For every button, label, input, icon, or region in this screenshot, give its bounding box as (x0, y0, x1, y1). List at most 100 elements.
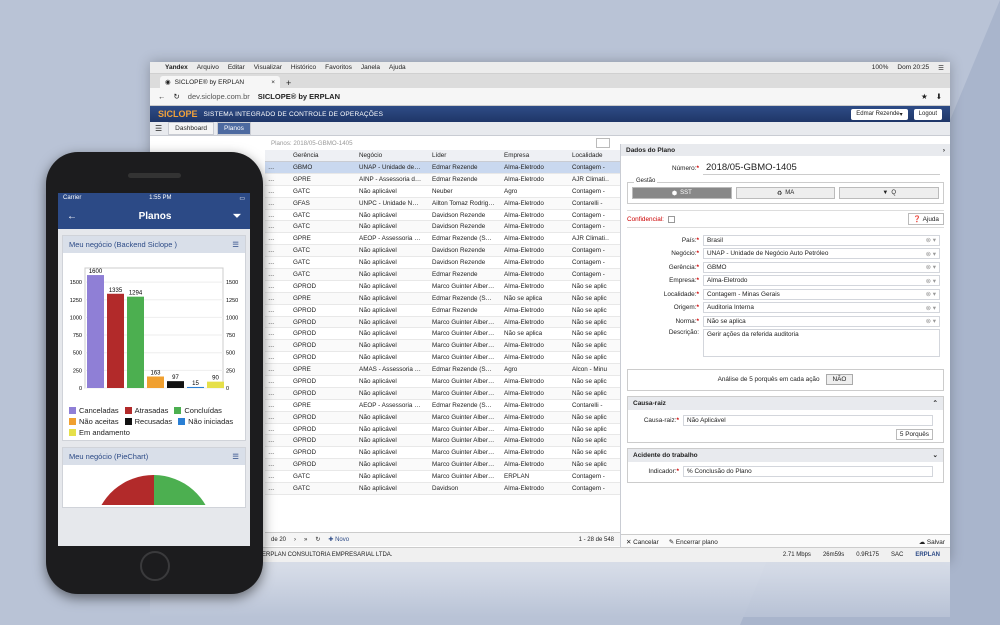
pie-chart (94, 474, 213, 535)
clear-icon[interactable]: ⊗ ▾ (926, 236, 936, 244)
numero-field[interactable]: 2018/05-GBMO-1405 (703, 162, 940, 175)
confidencial-checkbox[interactable] (667, 215, 675, 223)
field-value[interactable]: Auditoria Interna ⊗ ▾ (703, 302, 940, 313)
menu-ajuda[interactable]: Ajuda (389, 64, 406, 71)
field-label-text: Localidade: (663, 290, 697, 298)
column-header[interactable]: Líder (429, 150, 501, 161)
menu-favoritos[interactable]: Favoritos (325, 64, 352, 71)
browser-tab[interactable]: ◉ SICLOPE® by ERPLAN × (160, 76, 280, 88)
table-cell: … (268, 425, 275, 433)
menu-visualizar[interactable]: Visualizar (254, 64, 282, 71)
view-list-icon[interactable] (596, 138, 610, 148)
logout-button[interactable]: Logout (913, 108, 942, 120)
acidente-header[interactable]: Acidente do trabalho ⌄ (628, 448, 943, 462)
menu-icon[interactable]: ☰ (152, 124, 165, 133)
clear-icon[interactable]: ⊗ ▾ (926, 290, 936, 298)
column-header[interactable]: Empresa (501, 150, 569, 161)
star-icon[interactable]: ★ (921, 92, 928, 101)
gestao-ma-button[interactable]: ♻ MA (735, 187, 836, 199)
menu-editar[interactable]: Editar (228, 64, 245, 71)
porques-button[interactable]: 5 Porquês (895, 428, 933, 440)
sac-link[interactable]: SAC (891, 552, 903, 558)
menu-arquivo[interactable]: Arquivo (197, 64, 219, 71)
column-header[interactable]: Gerência (290, 150, 356, 161)
url-field[interactable]: dev.siclope.com.br (188, 92, 250, 101)
porques-row: 5 Porquês (628, 427, 943, 442)
field-value-text: Brasil (707, 236, 723, 244)
tab-planos[interactable]: Planos (216, 122, 251, 135)
table-cell: Contarelli - (572, 199, 603, 207)
menu-historico[interactable]: Histórico (291, 64, 316, 71)
reload-icon[interactable]: ↻ (174, 92, 180, 101)
y-tick-label-right: 250 (226, 368, 235, 374)
last-page-icon[interactable]: » (304, 537, 307, 543)
tab-dashboard[interactable]: Dashboard (168, 122, 214, 135)
analise-toggle[interactable]: NÃO (825, 374, 854, 385)
clear-icon[interactable]: ⊗ ▾ (926, 304, 936, 312)
refresh-icon[interactable]: ↻ (315, 536, 320, 543)
table-cell: … (268, 449, 275, 457)
y-tick-label-right: 1000 (226, 315, 238, 321)
cancelar-button[interactable]: ✕ Cancelar (626, 538, 659, 546)
table-cell: Não se aplica (504, 330, 543, 338)
field-value[interactable]: UNAP - Unidade de Negócio Auto Petróleo ⊗… (703, 248, 940, 259)
field-row: Localidade:* Contagem - Minas Gerais ⊗ ▾ (621, 288, 950, 300)
field-value[interactable]: Brasil ⊗ ▾ (703, 234, 940, 246)
field-value[interactable]: Alma-Eletrodo ⊗ ▾ (703, 275, 940, 286)
clear-icon[interactable]: ⊗ ▾ (926, 277, 936, 285)
home-button[interactable] (140, 551, 170, 581)
field-value[interactable]: Contagem - Minas Gerais ⊗ ▾ (703, 288, 940, 300)
tab-bar: ◉ SICLOPE® by ERPLAN × + (150, 74, 950, 88)
card2-title: Meu negócio (PieChart) (69, 452, 149, 461)
bar (147, 376, 164, 388)
back-icon[interactable]: ← (158, 92, 166, 101)
clear-icon[interactable]: ⊗ ▾ (926, 317, 936, 325)
encerrar-button[interactable]: ✎ Encerrar plano (669, 538, 718, 546)
field-label: Norma:* (675, 317, 699, 325)
user-menu[interactable]: Edmar Rezende ▾ (851, 108, 908, 120)
close-icon[interactable]: × (271, 79, 275, 86)
table-cell: Edmar Rezende (S… (432, 235, 492, 243)
column-header[interactable]: Negócio (356, 150, 429, 161)
table-cell: GATC (293, 270, 311, 278)
table-cell: Não se aplic (572, 437, 607, 445)
collapse-icon[interactable]: ⌃ (933, 399, 938, 407)
chevron-right-icon[interactable]: › (943, 147, 945, 154)
back-arrow-icon[interactable]: ← (67, 211, 77, 222)
new-tab-icon[interactable]: + (286, 78, 291, 88)
next-page-icon[interactable]: › (294, 537, 296, 543)
causa-header[interactable]: Causa-raiz ⌃ (628, 396, 943, 410)
clear-icon[interactable]: ⊗ ▾ (926, 263, 936, 271)
column-header[interactable]: Localidade (569, 150, 609, 161)
menu-list-icon[interactable]: ☰ (938, 64, 944, 72)
new-button[interactable]: ✚ Novo (328, 536, 349, 543)
causa-field[interactable]: Não Aplicável (683, 415, 933, 426)
filter-icon[interactable]: ⏷ (233, 211, 241, 222)
legend-label: Canceladas (79, 406, 119, 415)
clear-icon[interactable]: ⊗ ▾ (926, 250, 936, 258)
hamburger-icon-2[interactable]: ☰ (232, 452, 239, 461)
column-header[interactable] (265, 150, 290, 161)
table-cell: … (268, 413, 275, 421)
field-value[interactable]: Não se aplica ⊗ ▾ (703, 315, 940, 327)
legend-label: Recusadas (134, 417, 173, 426)
hamburger-icon[interactable]: ☰ (232, 240, 239, 249)
gestao-sst-button[interactable]: ⬢ SST (632, 187, 732, 199)
menu-janela[interactable]: Janela (361, 64, 380, 71)
table-cell: Não aplicável (359, 425, 397, 433)
indicador-field[interactable]: % Conclusão do Plano (683, 466, 933, 477)
table-cell: Contagem - (572, 259, 605, 267)
download-icon[interactable]: ⬇ (936, 92, 942, 101)
salvar-button[interactable]: ☁ Salvar (919, 538, 945, 546)
descricao-field[interactable]: Gerir ações da referida auditoria (703, 328, 940, 357)
expand-icon[interactable]: ⌄ (933, 451, 938, 459)
ajuda-button[interactable]: ❓ Ajuda (908, 213, 944, 225)
nav-tabs: ☰ Dashboard Planos (150, 122, 950, 136)
field-value[interactable]: GBMO ⊗ ▾ (703, 261, 940, 273)
bar (167, 381, 184, 388)
mac-menubar: Yandex Arquivo Editar Visualizar Históri… (150, 62, 950, 74)
table-cell: Não aplicável (359, 437, 397, 445)
gestao-q-button[interactable]: ▼ Q (839, 187, 940, 199)
app-menu[interactable]: Yandex (165, 64, 188, 71)
numero-row: Número:* 2018/05-GBMO-1405 (621, 160, 950, 176)
